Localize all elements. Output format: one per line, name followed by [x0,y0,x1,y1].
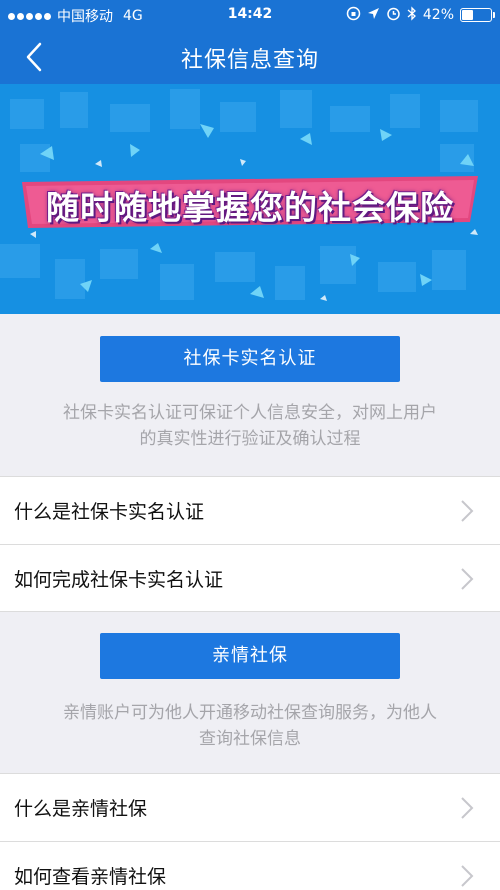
chevron-right-icon [461,568,474,590]
list-item-what-is-family-social-security[interactable]: 什么是亲情社保 [0,773,500,841]
promo-banner: 随时随地掌握您的社会保险 [0,84,500,314]
list-item-label: 如何完成社保卡实名认证 [14,569,224,591]
list-item-what-is-real-name-verification[interactable]: 什么是社保卡实名认证 [0,476,500,544]
description-line: 的真实性进行验证及确认过程 [139,429,361,449]
list-item-label: 什么是亲情社保 [14,798,148,820]
chevron-right-icon [461,865,474,887]
divider [0,611,500,612]
description-line: 社保卡实名认证可保证个人信息安全，对网上用户 [63,403,437,423]
location-icon [367,7,380,23]
bluetooth-icon [407,6,417,24]
chevron-right-icon [461,797,474,819]
list-item-how-to-complete-verification[interactable]: 如何完成社保卡实名认证 [0,544,500,612]
page-title: 社保信息查询 [180,48,319,73]
status-bar: 中国移动 4G 14:42 42% [0,0,500,30]
list-item-label: 什么是社保卡实名认证 [14,501,205,523]
family-social-security-button[interactable]: 亲情社保 [100,633,400,679]
list-item-how-to-view-family-social-security[interactable]: 如何查看亲情社保 [0,841,500,890]
description-line: 亲情账户可为他人开通移动社保查询服务，为他人 [63,703,437,723]
description-line: 查询社保信息 [199,729,301,749]
battery-level [462,10,473,20]
battery-icon [460,8,495,22]
list-item-label: 如何查看亲情社保 [14,866,167,888]
orientation-lock-icon [346,6,361,24]
real-name-verification-description: 社保卡实名认证可保证个人信息安全，对网上用户 的真实性进行验证及确认过程 [10,400,490,452]
battery-percent: 42% [422,7,454,23]
real-name-verification-button[interactable]: 社保卡实名认证 [100,336,400,382]
navigation-bar: 社保信息查询 [0,30,500,84]
banner-slogan: 随时随地掌握您的社会保险 [46,188,454,227]
alarm-icon [386,6,401,24]
status-right: 42% [346,6,495,24]
chevron-right-icon [461,500,474,522]
family-social-security-description: 亲情账户可为他人开通移动社保查询服务，为他人 查询社保信息 [10,700,490,752]
